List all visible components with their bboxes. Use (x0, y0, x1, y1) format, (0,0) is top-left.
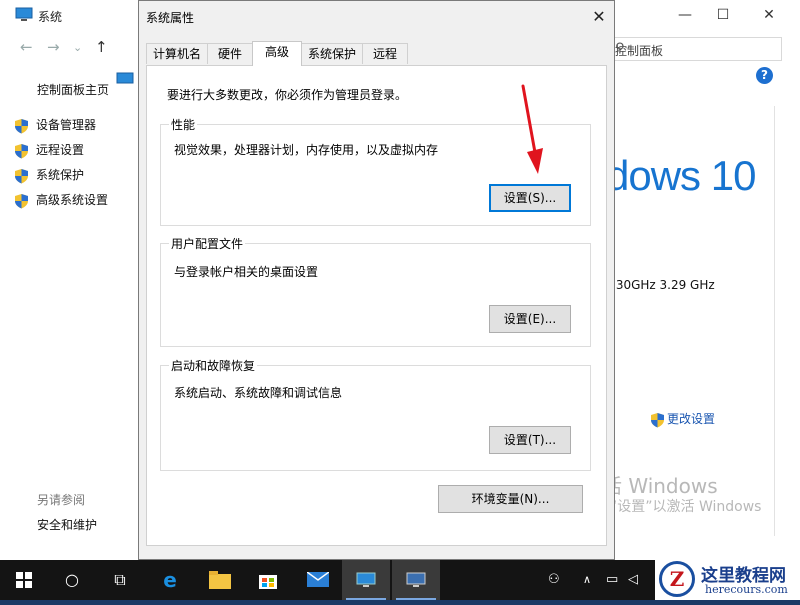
tab-hardware[interactable]: 硬件 (207, 43, 253, 64)
change-settings-link[interactable]: 更改设置 (650, 410, 715, 428)
back-arrow-icon[interactable]: ← (20, 38, 33, 56)
user-profiles-group: 用户配置文件 与登录帐户相关的桌面设置 设置(E)... (160, 235, 591, 347)
startup-recovery-group: 启动和故障恢复 系统启动、系统故障和调试信息 设置(T)... (160, 357, 591, 471)
shield-icon (15, 118, 28, 133)
tab-remote[interactable]: 远程 (362, 43, 408, 64)
dialog-close-button[interactable]: ✕ (584, 1, 614, 32)
task-view-icon[interactable]: ⧉ (96, 560, 144, 600)
nav-item-label: 高级系统设置 (36, 193, 109, 207)
up-arrow-icon[interactable]: ↑ (95, 38, 108, 56)
shield-icon (15, 168, 28, 183)
file-explorer-icon[interactable] (196, 560, 244, 600)
watermark-url: herecours.com (705, 583, 788, 596)
nav-device-manager[interactable]: 设备管理器 (14, 116, 96, 134)
red-arrow-annotation (521, 84, 543, 174)
system-window-title: 系统 (38, 10, 63, 24)
nav-item-label: 系统保护 (36, 168, 85, 182)
user-profiles-settings-button[interactable]: 设置(E)... (489, 305, 571, 333)
watermark-logo: Z (659, 561, 695, 597)
edge-browser-icon[interactable]: e (146, 560, 194, 600)
watermark-badge: Z 这里教程网 herecours.com (655, 558, 800, 600)
startup-recovery-desc: 系统启动、系统故障和调试信息 (174, 386, 343, 400)
user-profiles-legend: 用户配置文件 (169, 235, 246, 252)
search-input[interactable]: 控制面板 ⚲ (612, 37, 782, 61)
start-button[interactable] (0, 560, 48, 600)
nav-advanced-settings[interactable]: 高级系统设置 (14, 191, 108, 209)
shield-icon (15, 193, 28, 208)
nav-remote-settings[interactable]: 远程设置 (14, 141, 84, 159)
performance-desc: 视觉效果，处理器计划，内存使用，以及虚拟内存 (174, 143, 439, 157)
shield-icon (651, 412, 664, 427)
performance-legend: 性能 (169, 116, 198, 133)
close-window-button[interactable]: ✕ (746, 0, 792, 31)
startup-recovery-legend: 启动和故障恢复 (169, 357, 258, 374)
system-properties-taskbar-button[interactable] (392, 560, 440, 600)
mail-icon[interactable] (294, 560, 342, 600)
tab-system-protection[interactable]: 系统保护 (301, 43, 363, 64)
control-panel-home-link[interactable]: 控制面板主页 (37, 81, 109, 98)
volume-icon[interactable]: ◁ (628, 560, 638, 600)
shield-icon (15, 143, 28, 158)
nav-system-protection[interactable]: 系统保护 (14, 166, 84, 184)
tab-computer-name[interactable]: 计算机名 (146, 43, 208, 64)
people-icon[interactable]: ⚇ (548, 560, 560, 600)
performance-settings-button[interactable]: 设置(S)... (489, 184, 571, 212)
security-maintenance-link[interactable]: 安全和维护 (37, 516, 97, 533)
windows-logo-icon (16, 572, 32, 588)
tab-strip: 计算机名 硬件 高级 系统保护 远程 (146, 41, 606, 66)
see-also-heading: 另请参阅 (37, 493, 86, 507)
nav-item-label: 设备管理器 (36, 118, 97, 132)
search-icon: ⚲ (615, 41, 625, 56)
cpu-speed-text: .30GHz 3.29 GHz (612, 278, 715, 292)
forward-arrow-icon[interactable]: → (47, 38, 60, 56)
change-settings-label: 更改设置 (667, 412, 716, 426)
maximize-button[interactable]: ☐ (700, 0, 746, 31)
store-icon[interactable] (244, 560, 292, 600)
left-nav: 控制面板主页 设备管理器 远程设置 系统保护 高级系统设置 另请参阅 安全和维护 (0, 64, 138, 560)
network-icon[interactable]: ▭ (606, 560, 618, 600)
system-taskbar-button[interactable] (342, 560, 390, 600)
nav-item-label: 远程设置 (36, 143, 85, 157)
chevron-up-icon[interactable]: ∧ (583, 560, 591, 600)
windows-10-logo-text: dows 10 (606, 152, 756, 199)
environment-variables-button[interactable]: 环境变量(N)... (438, 485, 583, 513)
admin-note: 要进行大多数更改，你必须作为管理员登录。 (167, 88, 408, 102)
scroll-divider (774, 106, 775, 536)
chevron-down-icon[interactable]: ⌄ (73, 41, 82, 54)
tab-advanced[interactable]: 高级 (252, 41, 302, 66)
monitor-icon (15, 7, 33, 21)
user-profiles-desc: 与登录帐户相关的桌面设置 (174, 265, 319, 279)
startup-recovery-settings-button[interactable]: 设置(T)... (489, 426, 571, 454)
cortana-circle-icon[interactable]: ○ (48, 560, 96, 600)
dialog-title: 系统属性 (146, 11, 195, 25)
